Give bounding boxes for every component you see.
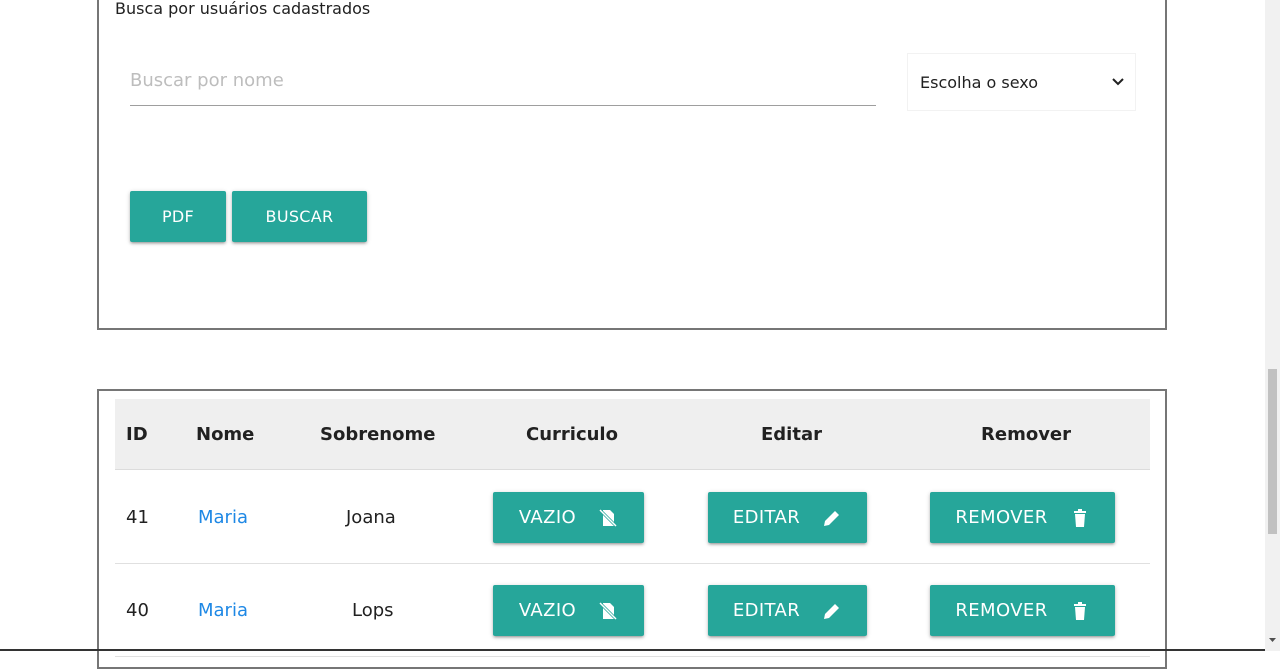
curriculo-button[interactable]: VAZIO: [493, 585, 644, 636]
cell-nome-link[interactable]: Maria: [198, 599, 248, 623]
header-remover: Remover: [981, 424, 1072, 445]
buscar-button[interactable]: BUSCAR: [232, 191, 367, 242]
cell-id: 40: [126, 600, 149, 621]
search-name-input[interactable]: [130, 56, 876, 106]
header-editar: Editar: [761, 424, 822, 445]
gender-select[interactable]: Escolha o sexo: [907, 53, 1136, 111]
trash-icon: [1073, 508, 1086, 527]
editar-button-label: EDITAR: [732, 600, 801, 621]
cell-sobrenome: Joana: [346, 507, 396, 528]
chevron-down-icon: [1112, 78, 1124, 86]
cell-sobrenome: Lops: [352, 600, 394, 621]
editar-button[interactable]: EDITAR: [708, 492, 867, 543]
trash-icon: [1073, 601, 1086, 620]
curriculo-button-label: VAZIO: [518, 600, 577, 621]
remover-button-label: REMOVER: [955, 600, 1048, 621]
editar-button-label: EDITAR: [732, 507, 801, 528]
pdf-button-label: PDF: [161, 207, 195, 226]
remover-button[interactable]: REMOVER: [930, 585, 1115, 636]
cell-nome-link[interactable]: Maria: [198, 506, 248, 530]
table-row: 40 Maria Lops VAZIO EDITAR REMOVER: [115, 564, 1150, 657]
scroll-down-arrow-icon[interactable]: [1268, 636, 1277, 644]
header-nome: Nome: [196, 424, 255, 445]
users-table: ID Nome Sobrenome Curriculo Editar Remov…: [97, 389, 1167, 669]
pencil-icon: [824, 603, 840, 619]
curriculo-button-label: VAZIO: [518, 507, 577, 528]
cell-id: 41: [126, 507, 149, 528]
page-scrollbar[interactable]: [1265, 0, 1280, 651]
remover-button[interactable]: REMOVER: [930, 492, 1115, 543]
table-row: 41 Maria Joana VAZIO EDITAR REMOVER: [115, 471, 1150, 564]
pdf-button[interactable]: PDF: [130, 191, 226, 242]
curriculo-button[interactable]: VAZIO: [493, 492, 644, 543]
no-file-icon: [599, 508, 618, 527]
search-legend: Busca por usuários cadastrados: [113, 0, 373, 20]
buscar-button-label: BUSCAR: [265, 207, 334, 226]
pencil-icon: [824, 510, 840, 526]
header-curriculo: Curriculo: [526, 424, 618, 445]
header-sobrenome: Sobrenome: [320, 424, 436, 445]
gender-select-value: Escolha o sexo: [920, 72, 1039, 92]
header-id: ID: [126, 424, 148, 445]
scrollbar-thumb[interactable]: [1268, 369, 1277, 534]
search-panel: Busca por usuários cadastrados Escolha o…: [97, 0, 1167, 330]
remover-button-label: REMOVER: [955, 507, 1048, 528]
no-file-icon: [599, 601, 618, 620]
editar-button[interactable]: EDITAR: [708, 585, 867, 636]
table-header: ID Nome Sobrenome Curriculo Editar Remov…: [115, 399, 1150, 470]
